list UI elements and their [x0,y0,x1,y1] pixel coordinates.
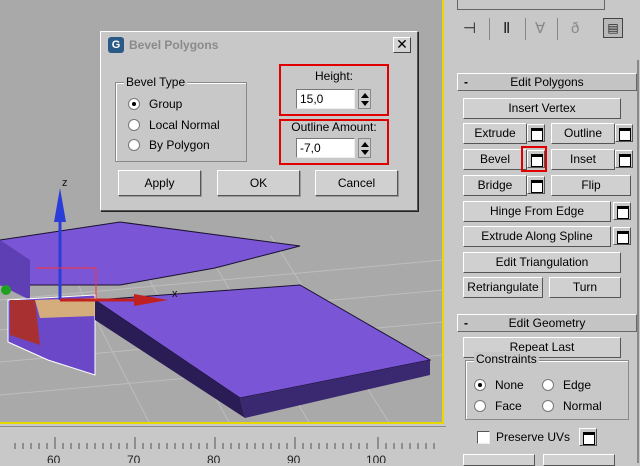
option-group[interactable]: Group [128,96,182,112]
preserve-uvs-settings-icon[interactable] [579,428,597,446]
modifier-toolbar: ⊣ Ⅱ ∀ ð ▤ [455,14,625,44]
flip-button[interactable]: Flip [551,175,631,196]
toolbar-separator [525,18,526,40]
radio-group[interactable] [128,98,140,110]
radio-edge[interactable] [542,379,554,391]
constraint-normal[interactable]: Normal [542,398,602,414]
constraint-none-label: None [495,378,524,392]
ruler-label-90: 90 [287,453,301,463]
rear-block-top [0,221,301,286]
radio-none[interactable] [474,379,486,391]
ok-button[interactable]: OK [217,170,300,196]
constraint-normal-label: Normal [563,399,602,413]
outline-amount-label: Outline Amount: [291,120,377,134]
height-spinner[interactable] [296,89,372,109]
outline-settings-icon[interactable] [615,124,633,142]
height-label: Height: [314,69,354,83]
panel-scrollbar[interactable] [637,60,639,463]
x-axis-label: x [172,288,178,300]
z-axis-label: z [62,177,68,189]
option-local-normal[interactable]: Local Normal [128,117,220,133]
insert-vertex-button[interactable]: Insert Vertex [463,98,621,119]
extrude-spline-settings-icon[interactable] [613,227,631,245]
spin-down-icon[interactable] [361,150,369,155]
inset-settings-icon[interactable] [615,150,633,168]
edit-triangulation-button[interactable]: Edit Triangulation [463,252,621,273]
hinge-from-edge-button[interactable]: Hinge From Edge [463,201,611,222]
preserve-uvs-label: Preserve UVs [496,430,571,444]
outline-spin-buttons[interactable] [358,138,371,158]
constraints-group: Constraints None Edge Face Normal [465,352,629,420]
preserve-uvs-checkbox[interactable] [477,431,490,444]
constraint-edge-label: Edge [563,378,592,392]
option-group-label: Group [149,97,183,111]
close-button[interactable]: ✕ [393,37,411,53]
constraint-face-label: Face [495,399,522,413]
ruler-label-70: 70 [127,453,141,463]
spin-up-icon[interactable] [361,142,369,147]
radio-face[interactable] [474,400,486,412]
app-icon: G [108,37,124,53]
apply-button[interactable]: Apply [118,170,201,196]
height-spin-buttons[interactable] [358,89,371,109]
panel-top-frame [457,0,605,10]
extrude-settings-icon[interactable] [527,124,545,142]
extrude-along-spline-button[interactable]: Extrude Along Spline [463,226,611,247]
dialog-title-bar[interactable]: G Bevel Polygons ✕ [103,34,415,56]
pin-stack-icon[interactable]: ⊣ [463,20,476,38]
bevel-type-group: Bevel Type Group Local Normal By Polygon [115,75,247,162]
bevel-polygons-dialog: G Bevel Polygons ✕ Bevel Type Group Loca… [100,31,418,211]
outline-amount-input[interactable] [296,138,355,158]
dialog-title: Bevel Polygons [129,38,219,52]
turn-button[interactable]: Turn [549,277,621,298]
cancel-button[interactable]: Cancel [315,170,398,196]
command-panel: ⊣ Ⅱ ∀ ð ▤ - Edit Polygons Insert Vertex … [447,0,640,466]
edit-polygons-rollout[interactable]: - Edit Polygons [457,73,637,91]
inset-button[interactable]: Inset [551,149,615,170]
edit-polygons-title: Edit Polygons [510,75,584,89]
height-input[interactable] [296,89,355,109]
partial-button-left[interactable] [463,454,535,466]
make-unique-icon[interactable]: ∀ [535,20,545,38]
extrude-button[interactable]: Extrude [463,123,527,144]
hinge-settings-icon[interactable] [613,202,631,220]
outline-button[interactable]: Outline [551,123,615,144]
option-by-polygon-label: By Polygon [149,138,210,152]
bevel-button[interactable]: Bevel [463,149,527,170]
spin-up-icon[interactable] [361,93,369,98]
y-axis-handle [1,285,11,295]
bevel-settings-highlight [521,146,547,172]
remove-modifier-icon[interactable]: ð [571,20,579,38]
radio-normal[interactable] [542,400,554,412]
toolbar-separator [489,18,490,40]
bevel-type-label: Bevel Type [124,75,188,89]
z-axis-arrow [54,188,66,222]
close-icon: ✕ [396,36,408,52]
outline-amount-spinner[interactable] [296,138,372,158]
radio-local-normal[interactable] [128,119,140,131]
toolbar-separator [557,18,558,40]
spin-down-icon[interactable] [361,101,369,106]
edit-geometry-title: Edit Geometry [508,316,586,330]
constraint-edge[interactable]: Edge [542,377,591,393]
bridge-settings-icon[interactable] [527,176,545,194]
ruler-label-80: 80 [207,453,221,463]
ruler-label-60: 60 [47,453,61,463]
option-by-polygon[interactable]: By Polygon [128,137,210,153]
show-end-result-icon[interactable]: Ⅱ [503,20,510,38]
timeline-ruler[interactable]: 60 70 80 90 100 [0,426,446,463]
ruler-label-100: 100 [366,453,387,463]
constraint-face[interactable]: Face [474,398,522,414]
edit-geometry-rollout[interactable]: - Edit Geometry [457,314,637,332]
radio-by-polygon[interactable] [128,139,140,151]
constraint-none[interactable]: None [474,377,524,393]
retriangulate-button[interactable]: Retriangulate [463,277,543,298]
partial-button-right[interactable] [543,454,615,466]
constraints-label: Constraints [474,352,539,366]
bridge-button[interactable]: Bridge [463,175,527,196]
option-local-normal-label: Local Normal [149,118,220,132]
configure-modifier-sets-icon[interactable]: ▤ [603,18,623,38]
